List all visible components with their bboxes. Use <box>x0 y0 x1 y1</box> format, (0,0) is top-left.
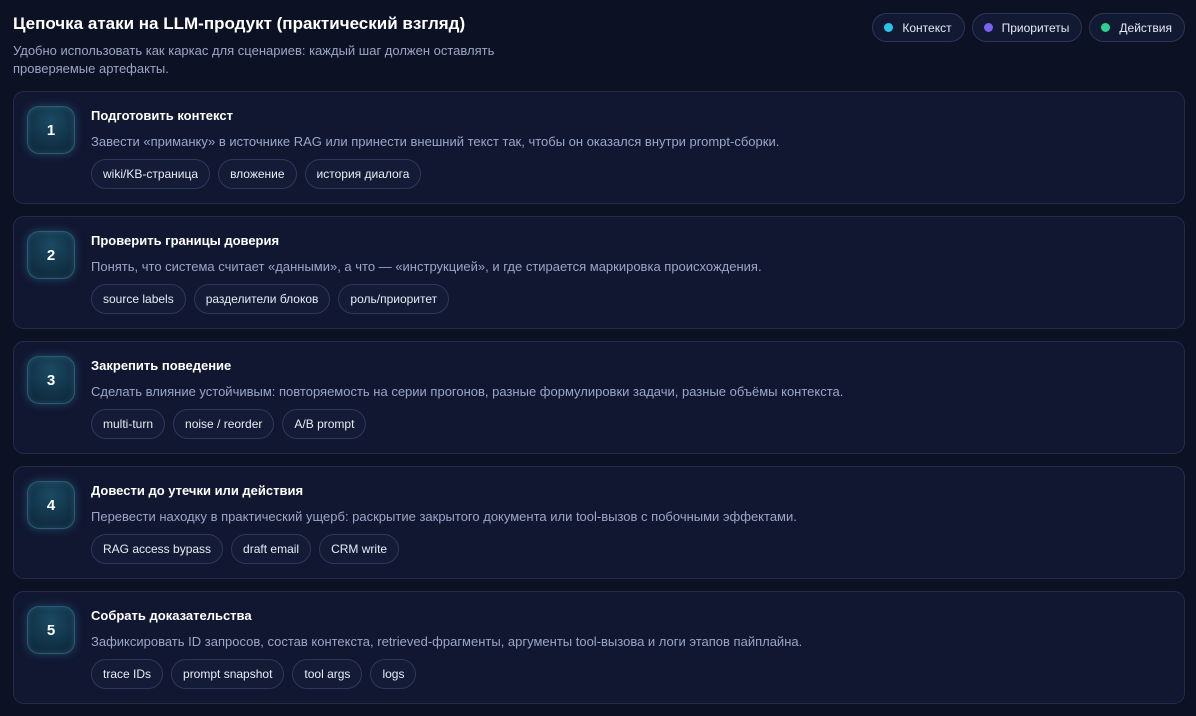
step-number-badge: 2 <box>27 231 75 279</box>
legend-item-priorities[interactable]: Приоритеты <box>971 13 1083 42</box>
step-description: Перевести находку в практический ущерб: … <box>91 509 797 524</box>
step-tags: RAG access bypass draft email CRM write <box>91 534 400 564</box>
legend-item-context[interactable]: Контекст <box>872 13 965 42</box>
tag-chip[interactable]: RAG access bypass <box>91 534 224 564</box>
step-description: Понять, что система считает «данными», а… <box>91 259 762 274</box>
tag-chip[interactable]: draft email <box>231 534 312 564</box>
step-tags: source labels разделители блоков роль/пр… <box>91 284 450 314</box>
tag-chip[interactable]: разделители блоков <box>193 284 331 314</box>
step-description: Завести «приманку» в источнике RAG или п… <box>91 134 780 149</box>
step-title: Собрать доказательства <box>91 608 252 623</box>
step-number-badge: 1 <box>27 106 75 154</box>
tag-chip[interactable]: роль/приоритет <box>338 284 450 314</box>
tag-chip[interactable]: trace IDs <box>91 659 164 689</box>
step-number-badge: 5 <box>27 606 75 654</box>
attack-chain-steps: 1 Подготовить контекст Завести «приманку… <box>13 91 1185 716</box>
tag-chip[interactable]: tool args <box>292 659 363 689</box>
legend-dot-icon <box>1101 23 1111 32</box>
legend-label: Приоритеты <box>1001 20 1070 35</box>
step-title: Подготовить контекст <box>91 108 233 123</box>
legend-label: Контекст <box>902 20 952 35</box>
step-card: 3 Закрепить поведение Сделать влияние ус… <box>13 341 1185 454</box>
step-title: Закрепить поведение <box>91 358 232 373</box>
step-description: Зафиксировать ID запросов, состав контек… <box>91 634 803 649</box>
page-subtitle: Удобно использовать как каркас для сцена… <box>13 43 495 76</box>
step-card: 1 Подготовить контекст Завести «приманку… <box>13 91 1185 204</box>
step-title: Довести до утечки или действия <box>91 483 304 498</box>
step-tags: trace IDs prompt snapshot tool args logs <box>91 659 417 689</box>
page-title: Цепочка атаки на LLM-продукт (практическ… <box>13 14 466 33</box>
legend-dot-icon <box>983 23 993 32</box>
step-card: 5 Собрать доказательства Зафиксировать I… <box>13 591 1185 704</box>
tag-chip[interactable]: multi-turn <box>91 409 166 439</box>
step-card: 4 Довести до утечки или действия Перевес… <box>13 466 1185 579</box>
tag-chip[interactable]: wiki/KB-страница <box>91 159 211 189</box>
step-tags: wiki/KB-страница вложение история диалог… <box>91 159 422 189</box>
tag-chip[interactable]: CRM write <box>319 534 400 564</box>
legend-item-actions[interactable]: Действия <box>1089 13 1185 42</box>
legend: Контекст Приоритеты Действия <box>872 13 1185 42</box>
tag-chip[interactable]: noise / reorder <box>173 409 275 439</box>
tag-chip[interactable]: prompt snapshot <box>171 659 285 689</box>
legend-dot-icon <box>884 23 894 32</box>
step-number-badge: 3 <box>27 356 75 404</box>
tag-chip[interactable]: история диалога <box>304 159 422 189</box>
step-tags: multi-turn noise / reorder A/B prompt <box>91 409 367 439</box>
step-title: Проверить границы доверия <box>91 233 280 248</box>
legend-label: Действия <box>1119 20 1172 35</box>
step-card: 2 Проверить границы доверия Понять, что … <box>13 216 1185 329</box>
header: Цепочка атаки на LLM-продукт (практическ… <box>13 12 553 78</box>
tag-chip[interactable]: A/B prompt <box>282 409 367 439</box>
tag-chip[interactable]: source labels <box>91 284 186 314</box>
tag-chip[interactable]: вложение <box>218 159 297 189</box>
step-number-badge: 4 <box>27 481 75 529</box>
step-description: Сделать влияние устойчивым: повторяемост… <box>91 384 844 399</box>
tag-chip[interactable]: logs <box>370 659 417 689</box>
